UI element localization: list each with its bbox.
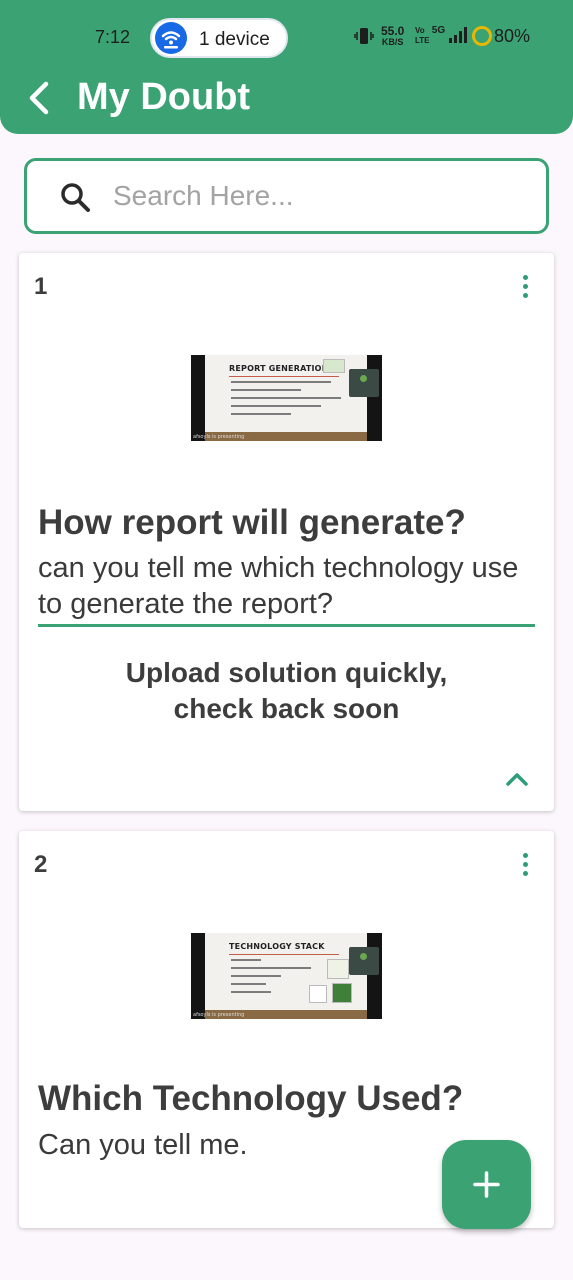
signal-icon xyxy=(448,27,467,43)
presenting-caption: afsoyls is presenting xyxy=(193,434,245,440)
slide-heading: TECHNOLOGY STACK xyxy=(229,942,325,951)
chevron-left-icon xyxy=(29,81,49,115)
plus-icon xyxy=(473,1171,500,1198)
slide-image xyxy=(323,359,345,373)
more-vertical-icon xyxy=(522,275,528,280)
wifi-hotspot-icon xyxy=(155,22,187,54)
doubt-thumbnail[interactable]: REPORT GENERATION afsoyls is presenting xyxy=(191,355,382,441)
page-title: My Doubt xyxy=(77,76,251,118)
volte-label: Vo LTE xyxy=(415,26,430,45)
status-bar: 7:12 1 device 55.0 KB/S Vo LTE 5G 80% xyxy=(0,14,573,58)
doubt-number: 2 xyxy=(34,851,48,878)
doubt-thumbnail[interactable]: TECHNOLOGY STACK afsoyls is presenting xyxy=(191,933,382,1019)
add-doubt-button[interactable] xyxy=(442,1140,531,1229)
battery-level: 80% xyxy=(494,26,531,46)
status-time: 7:12 xyxy=(95,27,131,47)
network-speed: 55.0 KB/S xyxy=(381,24,405,47)
more-vertical-icon xyxy=(522,853,528,858)
slide-preview: REPORT GENERATION xyxy=(205,355,367,441)
doubt-description: can you tell me which technology use to … xyxy=(38,552,519,620)
slide-preview: TECHNOLOGY STACK xyxy=(205,933,367,1019)
divider xyxy=(38,624,535,627)
slide-rule xyxy=(229,954,339,955)
doubt-number: 1 xyxy=(34,273,48,300)
solution-message-line1: Upload solution quickly, xyxy=(125,657,448,688)
speed-unit: KB/S xyxy=(381,37,404,47)
participant-video-tile xyxy=(349,369,379,397)
slide-heading: REPORT GENERATION xyxy=(229,364,329,373)
collapse-button[interactable] xyxy=(502,765,532,795)
chevron-up-icon xyxy=(506,773,528,786)
presenting-caption: afsoyls is presenting xyxy=(193,1012,245,1018)
fiveg-label: 5G xyxy=(431,25,446,36)
vibrate-icon xyxy=(353,26,375,49)
battery-saver-icon xyxy=(472,26,492,46)
doubt-title: How report will generate? xyxy=(38,503,466,542)
slide-bullets xyxy=(231,381,351,421)
slide-rule xyxy=(229,376,339,377)
more-options-button[interactable] xyxy=(515,853,535,879)
search-box[interactable] xyxy=(24,158,549,234)
speed-value: 55.0 xyxy=(381,24,405,38)
participant-video-tile xyxy=(349,947,379,975)
search-icon xyxy=(61,183,90,212)
app-header: 7:12 1 device 55.0 KB/S Vo LTE 5G 80% My… xyxy=(0,0,573,134)
hotspot-chip[interactable]: 1 device xyxy=(150,18,288,58)
slide-bullets xyxy=(231,959,351,999)
solution-pending-message: Upload solution quickly, check back soon xyxy=(19,655,554,727)
network-indicator: Vo LTE 5G xyxy=(415,26,470,46)
solution-message-line2: check back soon xyxy=(173,693,400,724)
back-button[interactable] xyxy=(24,78,58,118)
doubt-title: Which Technology Used? xyxy=(38,1079,464,1118)
search-input[interactable] xyxy=(113,171,533,221)
doubt-card[interactable]: 1 REPORT GENERATION afsoyls is presentin… xyxy=(19,253,554,811)
hotspot-label: 1 device xyxy=(199,29,270,50)
more-options-button[interactable] xyxy=(515,275,535,301)
